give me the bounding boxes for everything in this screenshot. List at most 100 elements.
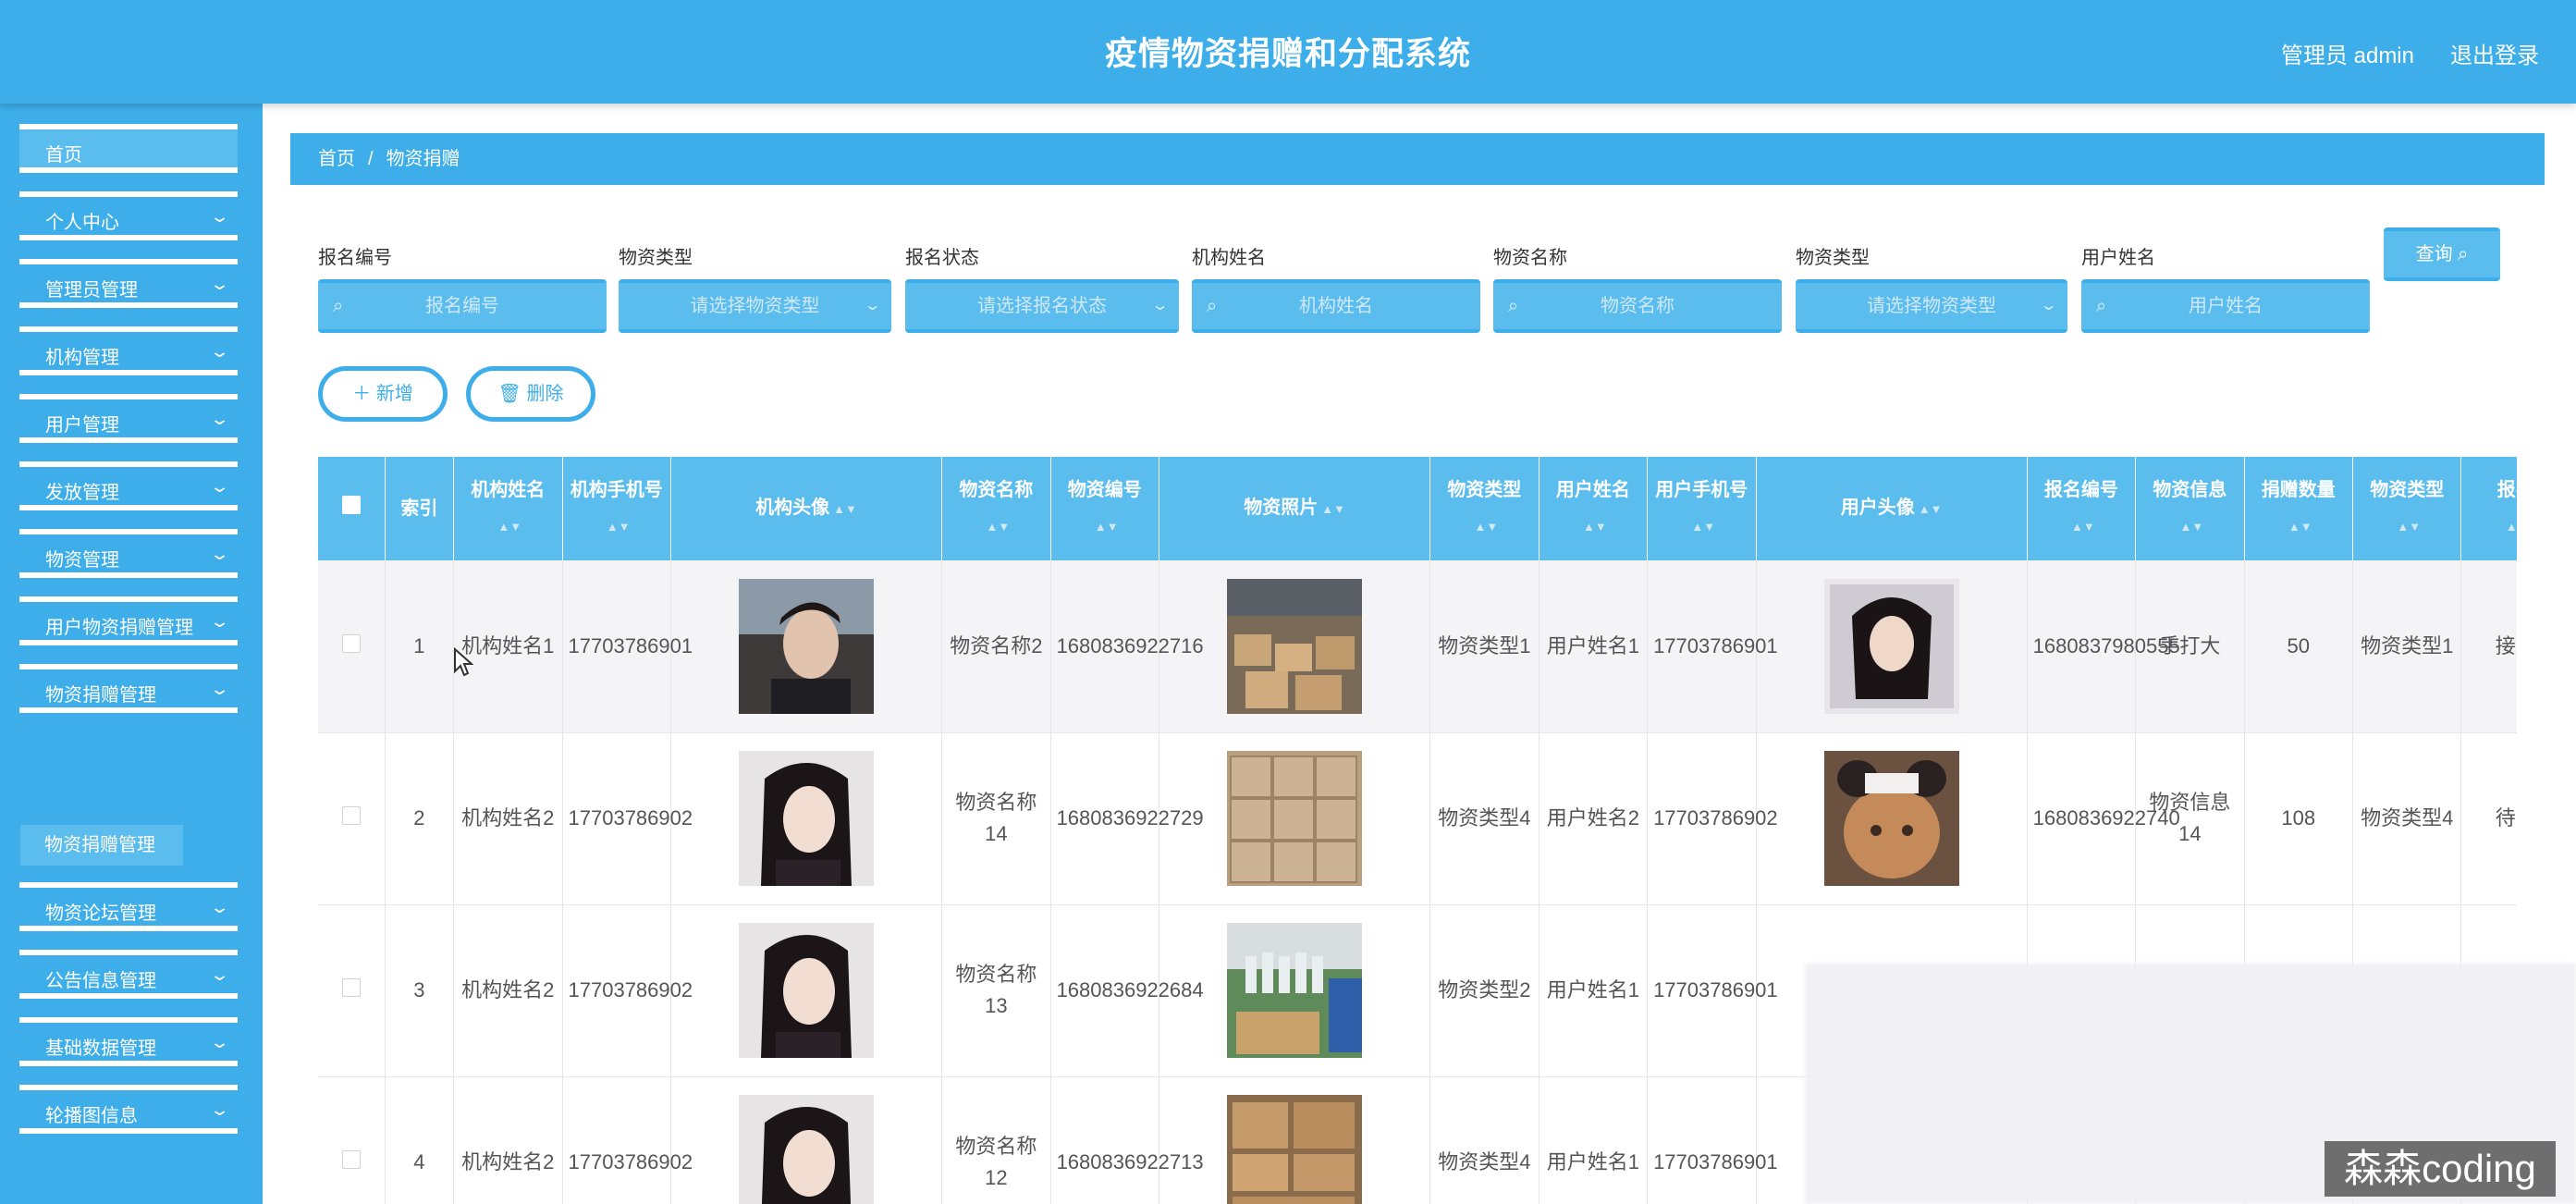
org-avatar-image [739,578,875,714]
breadcrumb-home[interactable]: 首页 [318,149,355,169]
reg-no-input[interactable]: ⌕ 报名编号 [318,279,607,333]
sidebar-item-forum-management[interactable]: 物资论坛管理 ⌄ [19,882,238,931]
goods-type-2-placeholder: 请选择物资类型 [1867,296,1996,316]
column-header[interactable]: 物资信息 ▲▼ [2135,457,2245,560]
query-button[interactable]: 查询 ⌕ [2384,227,2500,281]
cell-org-avatar [670,732,943,905]
sidebar-item-base-data-management[interactable]: 基础数据管理 ⌄ [19,1017,238,1066]
cell-user-name: 用户姓名1 [1539,560,1649,733]
search-icon: ⌕ [1207,296,1218,316]
delete-label: 删除 [526,384,564,404]
cell-goods-type: 物资类型2 [1429,904,1539,1077]
sidebar-subitem-donation-management[interactable]: 物资捐赠管理 [20,825,183,866]
goods-type-select[interactable]: 请选择物资类型 ⌄ [619,279,891,333]
org-name-input[interactable]: ⌕ 机构姓名 [1192,279,1480,333]
reg-no-placeholder: 报名编号 [425,296,499,316]
column-header[interactable]: 机构手机号▲▼ [562,457,671,560]
cell-status: 接受 [2460,560,2517,733]
sort-icon: ▲▼ [1321,502,1345,516]
sidebar-item-admin-management[interactable]: 管理员管理 ⌄ [19,259,238,308]
chevron-down-icon: ⌄ [209,342,230,361]
column-header[interactable]: 用户头像 ▲▼ [1756,457,2028,560]
reg-status-select[interactable]: 请选择报名状态 ⌄ [905,279,1179,333]
column-header[interactable]: 捐赠数量 ▲▼ [2244,457,2354,560]
cell-index: 4 [385,1076,455,1204]
sidebar-item-label: 首页 [45,145,82,166]
cell-user-phone: 17703786901 [1647,904,1778,1077]
sidebar-item-label: 用户物资捐赠管理 [45,618,193,638]
sidebar-item-home[interactable]: 首页 [19,124,238,173]
sidebar-item-label: 个人中心 [45,213,119,233]
chevron-down-icon: ⌄ [209,410,230,428]
sidebar-item-org-management[interactable]: 机构管理 ⌄ [19,326,238,375]
column-header[interactable]: 物资名称 ▲▼ [941,457,1051,560]
sidebar-item-label: 物资管理 [45,550,119,571]
plus-icon: ＋ [352,384,376,404]
column-header[interactable]: 报名▲▼ [2460,457,2517,560]
column-header[interactable]: 物资类型 ▲▼ [1429,457,1539,560]
sort-icon: ▲▼ [2397,520,2422,534]
chevron-down-icon: ⌄ [209,680,230,698]
sidebar-item-user-donation-management[interactable]: 用户物资捐赠管理 ⌄ [19,596,238,645]
table-row[interactable]: 1 机构姓名1 17703786901 物资名称2 1680836922716 … [318,560,2517,733]
row-checkbox[interactable] [318,904,386,1077]
sort-icon: ▲▼ [1918,502,1943,516]
cell-goods-name: 物资名称2 [941,560,1051,733]
sidebar-item-notice-management[interactable]: 公告信息管理 ⌄ [19,950,238,999]
chevron-down-icon: ⌄ [209,477,230,496]
search-icon: ⌕ [2096,296,2107,316]
user-name-input[interactable]: ⌕ 用户姓名 [2081,279,2370,333]
top-header: 疫情物资捐赠和分配系统 管理员 admin 退出登录 [0,0,2576,104]
column-header[interactable]: 用户姓名 ▲▼ [1539,457,1649,560]
chevron-down-icon: ⌄ [209,545,230,563]
sidebar-item-user-management[interactable]: 用户管理 ⌄ [19,394,238,443]
logout-link[interactable]: 退出登录 [2450,37,2539,69]
column-header[interactable]: 报名编号 ▲▼ [2027,457,2137,560]
sort-icon: ▲▼ [1474,520,1499,534]
cell-user-phone: 17703786901 [1647,1076,1778,1204]
sort-icon: ▲▼ [2071,520,2095,534]
chevron-down-icon: ⌄ [209,898,230,916]
sidebar-item-personal-center[interactable]: 个人中心 ⌄ [19,191,238,240]
row-checkbox[interactable] [318,560,386,733]
cell-quantity: 50 [2244,560,2354,733]
column-header[interactable]: 机构姓名 ▲▼ [453,457,563,560]
select-all-checkbox[interactable] [318,457,386,560]
cell-status: 待审 [2460,732,2517,905]
column-header[interactable]: 物资照片 ▲▼ [1159,457,1431,560]
sidebar-item-label: 用户管理 [45,415,119,436]
goods-name-input[interactable]: ⌕ 物资名称 [1493,279,1782,333]
sidebar-item-label: 机构管理 [45,348,119,368]
watermark: 森森coding [2325,1141,2556,1197]
sidebar-item-distribution-management[interactable]: 发放管理 ⌄ [19,461,238,510]
reg-status-placeholder: 请选择报名状态 [977,296,1107,316]
column-header[interactable]: 机构头像 ▲▼ [670,457,943,560]
delete-button[interactable]: 🗑 删除 [466,366,595,422]
trash-icon: 🗑 [497,384,527,404]
chevron-down-icon: ⌄ [209,612,230,631]
row-checkbox[interactable] [318,1076,386,1204]
column-header[interactable]: 物资编号 ▲▼ [1050,457,1160,560]
cell-user-phone: 17703786902 [1647,732,1778,905]
goods-photo-image [1227,578,1363,714]
cell-goods-no: 1680836922716 [1050,560,1204,733]
goods-type-select-2[interactable]: 请选择物资类型 ⌄ [1796,279,2067,333]
column-header[interactable]: 物资类型 ▲▼ [2352,457,2462,560]
row-checkbox[interactable] [318,732,386,905]
search-icon: ⌕ [333,296,344,316]
add-button[interactable]: ＋ 新增 [318,366,448,422]
cell-org-name: 机构姓名2 [453,732,563,905]
column-header[interactable]: 用户手机号▲▼ [1647,457,1757,560]
sort-icon: ▲▼ [833,502,857,516]
cell-org-phone: 17703786901 [562,560,693,733]
sidebar-item-carousel-info[interactable]: 轮播图信息 ⌄ [19,1085,238,1134]
sidebar-item-donation-management[interactable]: 物资捐赠管理 ⌄ [19,664,238,713]
sort-icon: ▲▼ [1094,520,1119,534]
cell-user-name: 用户姓名1 [1539,1076,1649,1204]
table-row[interactable]: 2 机构姓名2 17703786902 物资名称14 1680836922729… [318,732,2517,905]
cell-index: 2 [385,732,455,905]
table-header-row: 索引 机构姓名 ▲▼ 机构手机号▲▼ 机构头像 ▲▼ 物资名称 ▲▼ 物资编号 ▲▼ 物… [318,457,2517,560]
sort-icon: ▲▼ [497,520,522,534]
chevron-down-icon: ⌄ [209,275,230,293]
sidebar-item-goods-management[interactable]: 物资管理 ⌄ [19,529,238,578]
